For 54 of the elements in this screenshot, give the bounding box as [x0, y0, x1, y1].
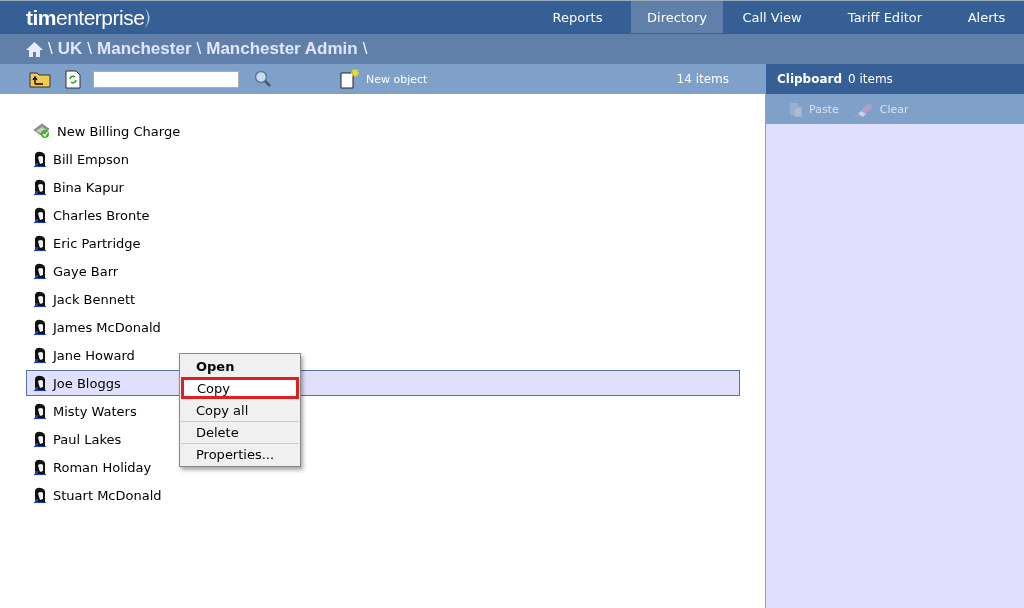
person-icon: [33, 459, 47, 475]
path-separator: \: [48, 39, 53, 59]
directory-item[interactable]: Eric Partridge: [33, 235, 141, 251]
person-icon: [33, 319, 47, 335]
directory-item[interactable]: Jack Bennett: [33, 291, 136, 307]
person-icon: [33, 235, 47, 251]
logo: timenterprise: [0, 1, 524, 34]
directory-item[interactable]: James McDonald: [33, 319, 161, 335]
nav-tab[interactable]: Call View: [723, 1, 821, 33]
path-separator: \: [362, 39, 368, 59]
menu-item[interactable]: Copy: [181, 377, 299, 399]
person-icon: [33, 403, 47, 419]
directory-item[interactable]: Roman Holiday: [33, 459, 152, 475]
path-separator: \: [196, 39, 202, 59]
nav-tab[interactable]: Reports: [524, 1, 631, 33]
directory-item[interactable]: Charles Bronte: [33, 207, 150, 223]
directory-item[interactable]: Jane Howard: [33, 347, 135, 363]
person-icon: [33, 375, 47, 391]
directory-item[interactable]: Gaye Barr: [33, 263, 119, 279]
panel-title: Clipboard: [777, 72, 843, 86]
menu-item[interactable]: Copy all: [181, 399, 299, 421]
new-page-icon[interactable]: [340, 69, 360, 89]
paste-icon: [788, 101, 804, 117]
directory-item[interactable]: New Billing Charge: [33, 123, 181, 139]
person-icon: [33, 207, 47, 223]
nav-tab[interactable]: Directory: [631, 1, 723, 33]
nav-tab[interactable]: Alerts: [949, 1, 1024, 33]
search-field[interactable]: [93, 70, 239, 88]
person-icon: [33, 263, 47, 279]
menu-item[interactable]: Delete: [181, 421, 299, 443]
path-separator: \: [87, 39, 93, 59]
person-icon: [33, 179, 47, 195]
menu-item[interactable]: Properties...: [181, 443, 299, 465]
person-icon: [33, 151, 47, 167]
menu-item[interactable]: Open: [181, 355, 299, 377]
home-icon[interactable]: [26, 41, 43, 57]
money-icon: [33, 123, 51, 139]
eraser-icon: [852, 101, 875, 117]
directory-item[interactable]: Bina Kapur: [33, 179, 124, 195]
directory-item[interactable]: Paul Lakes: [33, 431, 122, 447]
person-icon: [33, 487, 47, 503]
folder-up-icon[interactable]: [29, 70, 51, 88]
nav-tab[interactable]: Tariff Editor: [821, 1, 949, 33]
person-icon: [33, 347, 47, 363]
search-icon[interactable]: [254, 70, 272, 88]
person-icon: [33, 431, 47, 447]
directory-item[interactable]: Joe Bloggs: [33, 375, 121, 391]
directory-item[interactable]: Bill Empson: [33, 151, 129, 167]
clipboard-count: 0 items: [848, 72, 893, 86]
refresh-icon[interactable]: [65, 69, 81, 89]
directory-item[interactable]: Stuart McDonald: [33, 487, 162, 503]
person-icon: [33, 291, 47, 307]
directory-item[interactable]: Misty Waters: [33, 403, 137, 419]
item-count: 14 items: [676, 72, 729, 86]
